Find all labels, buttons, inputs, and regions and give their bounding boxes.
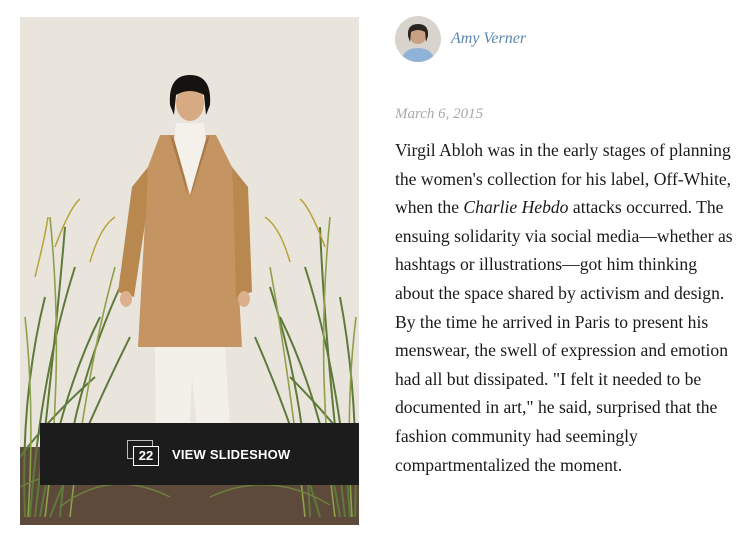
publication-name: Charlie Hebdo [463, 197, 569, 218]
view-slideshow-label: VIEW SLIDESHOW [172, 446, 291, 462]
article-body-text-continued: attacks occurred. The ensuing solidarity… [395, 197, 733, 475]
author-name-link[interactable]: Amy Verner [451, 30, 526, 48]
article-body: Virgil Abloh was in the early stages of … [395, 136, 735, 479]
author-avatar[interactable] [395, 16, 441, 62]
view-slideshow-button[interactable]: 22 VIEW SLIDESHOW [40, 423, 359, 485]
author-byline: Amy Verner [395, 16, 526, 62]
fashion-photo[interactable]: 22 VIEW SLIDESHOW [20, 17, 359, 525]
slide-count: 22 [133, 446, 159, 466]
publish-date: March 6, 2015 [395, 106, 484, 122]
stacked-slides-icon: 22 [127, 440, 159, 468]
